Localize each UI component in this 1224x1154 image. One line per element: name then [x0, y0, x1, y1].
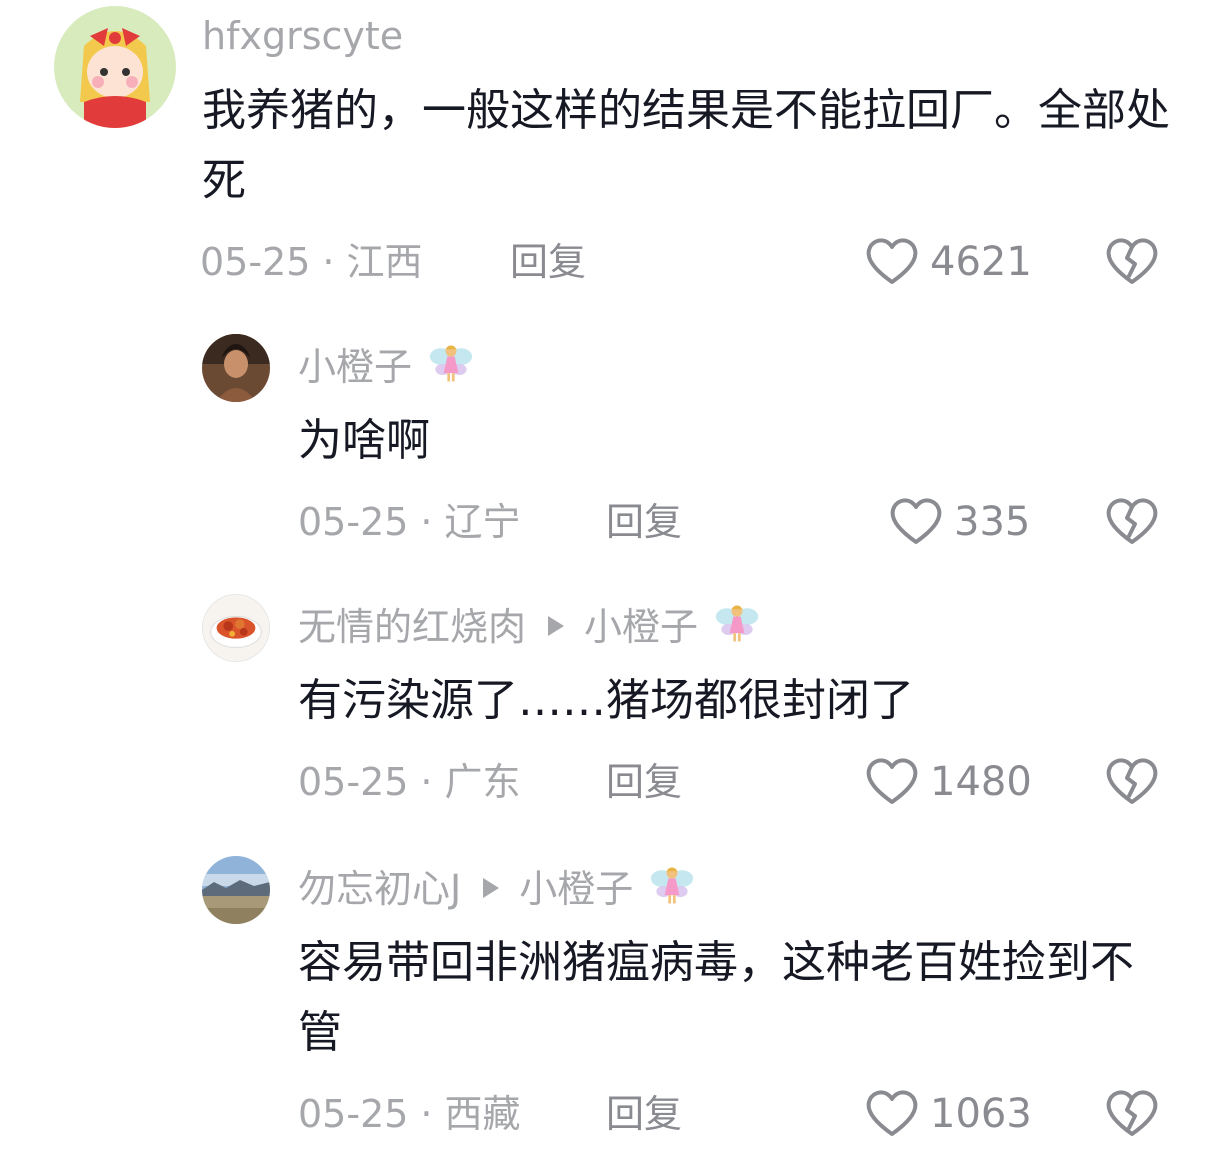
like-count: 335: [954, 499, 1031, 545]
reply-label[interactable]: 回复: [606, 1092, 682, 1136]
reply-button[interactable]: 回复: [606, 1090, 682, 1138]
comment-meta: 05-25 · 辽宁: [298, 498, 521, 546]
reply-label[interactable]: 回复: [606, 500, 682, 544]
comment-meta: 05-25 · 西藏: [298, 1090, 521, 1138]
reply-to-username[interactable]: 小橙子: [519, 867, 633, 911]
reply-button[interactable]: 回复: [606, 758, 682, 806]
username-text[interactable]: 小橙子: [298, 345, 412, 389]
broken-heart-icon[interactable]: [1104, 234, 1160, 290]
like-button[interactable]: 4621: [864, 234, 1032, 290]
heart-icon: [864, 754, 920, 810]
comment-date: 05-25: [200, 240, 311, 284]
reply-label[interactable]: 回复: [510, 240, 586, 284]
username-text[interactable]: 勿忘初心J: [298, 867, 461, 911]
fairy-emoji-icon: [428, 340, 474, 386]
reply-button[interactable]: 回复: [606, 498, 682, 546]
comment-location: 西藏: [444, 1092, 521, 1136]
separator-dot: ·: [420, 1092, 433, 1136]
comment-body: 容易带回非洲猪瘟病毒，这种老百姓捡到不管: [298, 937, 1134, 1058]
username[interactable]: 勿忘初心J 小橙子: [298, 862, 695, 913]
avatar[interactable]: [202, 334, 270, 402]
like-button[interactable]: 335: [888, 494, 1030, 550]
reply-to-username[interactable]: 小橙子: [584, 605, 698, 649]
comment-location: 辽宁: [444, 500, 521, 544]
username-text[interactable]: hfxgrscyte: [202, 14, 403, 58]
broken-heart-icon[interactable]: [1104, 494, 1160, 550]
username[interactable]: 无情的红烧肉 小橙子: [298, 600, 760, 651]
username[interactable]: hfxgrscyte: [202, 12, 403, 60]
like-count: 1063: [930, 1091, 1032, 1137]
comment-body: 为啥啊: [298, 415, 430, 466]
username-text[interactable]: 无情的红烧肉: [298, 605, 526, 649]
comment-text: 为啥啊: [298, 406, 1168, 476]
comment-body: 我养猪的，一般这样的结果是不能拉回厂。全部处死: [202, 85, 1170, 206]
like-count: 4621: [930, 239, 1032, 285]
comment-body: 有污染源了……猪场都很封闭了: [298, 675, 914, 726]
comment-meta: 05-25 · 江西: [200, 238, 423, 286]
avatar[interactable]: [202, 594, 270, 662]
broken-heart-icon[interactable]: [1104, 1086, 1160, 1142]
braised-pork-dish-avatar-icon: [203, 595, 269, 661]
heart-icon: [888, 494, 944, 550]
separator-dot: ·: [322, 240, 335, 284]
comment-location: 江西: [346, 240, 423, 284]
separator-dot: ·: [420, 760, 433, 804]
comment-date: 05-25: [298, 500, 409, 544]
fairy-emoji-icon: [649, 862, 695, 908]
broken-heart-icon[interactable]: [1104, 754, 1160, 810]
avatar[interactable]: [202, 856, 270, 924]
cartoon-girl-avatar-icon: [54, 6, 176, 128]
comment-date: 05-25: [298, 760, 409, 804]
comment-text: 有污染源了……猪场都很封闭了: [298, 666, 1168, 736]
heart-icon: [864, 234, 920, 290]
comment-location: 广东: [444, 760, 521, 804]
reply-arrow-icon: [483, 878, 500, 898]
landscape-avatar-icon: [202, 856, 270, 924]
fairy-emoji-icon: [714, 600, 760, 646]
comment-text: 容易带回非洲猪瘟病毒，这种老百姓捡到不管: [298, 928, 1168, 1068]
woman-portrait-avatar-icon: [202, 334, 270, 402]
like-count: 1480: [930, 759, 1032, 805]
comment-text: 我养猪的，一般这样的结果是不能拉回厂。全部处死: [202, 76, 1172, 216]
heart-icon: [864, 1086, 920, 1142]
username[interactable]: 小橙子: [298, 340, 474, 391]
comment-meta: 05-25 · 广东: [298, 758, 521, 806]
reply-arrow-icon: [548, 616, 565, 636]
reply-label[interactable]: 回复: [606, 760, 682, 804]
comment-date: 05-25: [298, 1092, 409, 1136]
reply-button[interactable]: 回复: [510, 238, 586, 286]
like-button[interactable]: 1480: [864, 754, 1032, 810]
avatar[interactable]: [54, 6, 176, 128]
separator-dot: ·: [420, 500, 433, 544]
like-button[interactable]: 1063: [864, 1086, 1032, 1142]
